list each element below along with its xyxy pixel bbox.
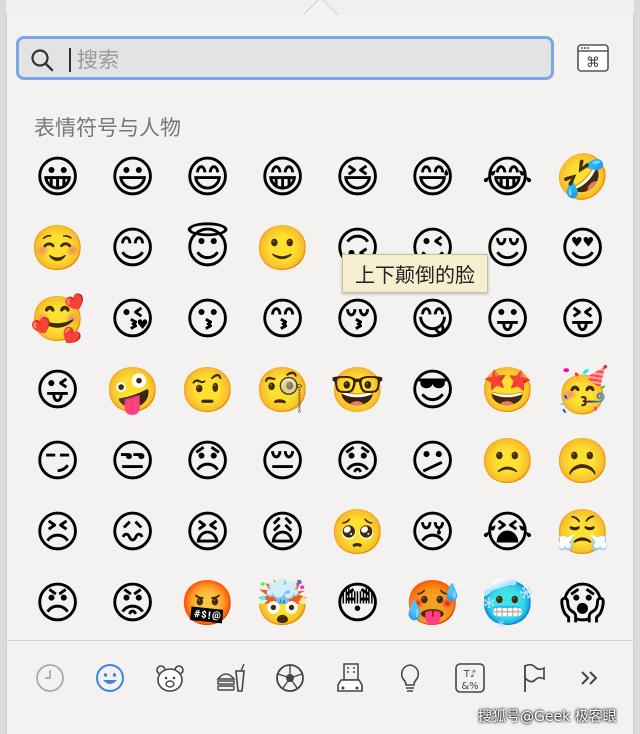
clock-icon xyxy=(36,664,64,692)
tab-travel[interactable] xyxy=(330,656,370,700)
emoji-cell[interactable]: 😖 xyxy=(95,497,170,568)
emoji-cell[interactable]: 😘 xyxy=(95,284,170,355)
emoji-cell[interactable]: 😙 xyxy=(245,284,320,355)
bear-icon xyxy=(156,665,184,692)
tab-activity[interactable] xyxy=(270,656,310,700)
text-caret xyxy=(69,48,71,72)
character-viewer-icon[interactable]: ⌘ xyxy=(576,42,610,74)
soccer-ball-icon xyxy=(276,664,304,692)
emoji-cell[interactable]: 😡 xyxy=(95,568,170,639)
emoji-cell[interactable]: 😝 xyxy=(545,284,620,355)
smiley-icon xyxy=(96,664,124,692)
car-building-icon xyxy=(337,663,363,692)
emoji-cell[interactable]: 🤣 xyxy=(545,142,620,213)
flag-icon xyxy=(524,663,545,692)
tab-food[interactable] xyxy=(210,656,250,700)
category-tabs: T♪ &% xyxy=(24,656,624,702)
emoji-cell[interactable]: 😱 xyxy=(545,568,620,639)
tab-smileys[interactable] xyxy=(90,656,130,700)
emoji-cell[interactable]: 😀 xyxy=(20,142,95,213)
emoji-cell[interactable]: 😩 xyxy=(245,497,320,568)
emoji-cell[interactable]: 🤪 xyxy=(95,355,170,426)
emoji-cell[interactable]: 😆 xyxy=(320,142,395,213)
emoji-cell[interactable]: 😜 xyxy=(20,355,95,426)
emoji-cell[interactable]: 🤩 xyxy=(470,355,545,426)
emoji-cell[interactable]: 😊 xyxy=(95,213,170,284)
emoji-cell[interactable]: 😛 xyxy=(470,284,545,355)
emoji-cell[interactable]: 😎 xyxy=(395,355,470,426)
emoji-cell[interactable]: 😁 xyxy=(245,142,320,213)
tab-animals[interactable] xyxy=(150,656,190,700)
emoji-cell[interactable]: 🧐 xyxy=(245,355,320,426)
emoji-cell[interactable]: 🥰 xyxy=(20,284,95,355)
tab-symbols[interactable]: T♪ &% xyxy=(450,656,490,700)
emoji-grid: 😀 😃 😄 😁 😆 😅 😂 🤣 ☺️ 😊 😇 🙂 🙃 😉 😌 😍 🥰 😘 😗 😙 😚 😋 😛 😝 😜 🤪 🤨 🧐 🤓 😎 🤩 🥳 😏 😒 😞 😔 😟 😕 🙁… xyxy=(20,142,628,632)
emoji-cell[interactable]: 😭 xyxy=(470,497,545,568)
emoji-cell[interactable]: 😢 xyxy=(395,497,470,568)
lightbulb-icon xyxy=(400,664,420,692)
emoji-cell[interactable]: 😫 xyxy=(170,497,245,568)
emoji-cell[interactable]: 😤 xyxy=(545,497,620,568)
emoji-cell[interactable]: 😟 xyxy=(320,426,395,497)
emoji-cell[interactable]: 🙂 xyxy=(245,213,320,284)
emoji-cell[interactable]: 😇 xyxy=(170,213,245,284)
emoji-cell[interactable]: 😚 xyxy=(320,284,395,355)
emoji-cell[interactable]: 😃 xyxy=(95,142,170,213)
emoji-cell[interactable]: 😒 xyxy=(95,426,170,497)
search-icon xyxy=(31,49,54,72)
emoji-cell[interactable]: 🙁 xyxy=(470,426,545,497)
symbols-icon: T♪ &% xyxy=(455,663,485,693)
search-input[interactable] xyxy=(75,43,539,77)
emoji-cell[interactable]: 😅 xyxy=(395,142,470,213)
emoji-cell[interactable]: 🤬 xyxy=(170,568,245,639)
emoji-cell[interactable]: 😋 xyxy=(395,284,470,355)
emoji-cell[interactable]: 😳 xyxy=(320,568,395,639)
tab-flags[interactable] xyxy=(514,656,554,700)
category-title: 表情符号与人物 xyxy=(34,116,181,140)
watermark: 搜狐号@Geek 极客眼 xyxy=(478,709,617,725)
more-chevron-icon xyxy=(581,671,598,685)
emoji-cell[interactable]: 😕 xyxy=(395,426,470,497)
svg-text:&%: &% xyxy=(461,681,478,692)
emoji-cell[interactable]: 😗 xyxy=(170,284,245,355)
tab-more[interactable] xyxy=(570,656,610,700)
emoji-cell[interactable]: ☺️ xyxy=(20,213,95,284)
search-field[interactable] xyxy=(16,36,554,80)
emoji-cell[interactable]: ☹️ xyxy=(545,426,620,497)
emoji-cell[interactable]: 😣 xyxy=(20,497,95,568)
emoji-cell[interactable]: 😏 xyxy=(20,426,95,497)
emoji-cell[interactable]: 🤨 xyxy=(170,355,245,426)
tab-objects[interactable] xyxy=(390,656,430,700)
emoji-cell[interactable]: 😍 xyxy=(545,213,620,284)
tab-recent[interactable] xyxy=(30,656,70,700)
food-icon xyxy=(216,663,245,692)
emoji-cell[interactable]: 🥺 xyxy=(320,497,395,568)
emoji-cell[interactable]: 😠 xyxy=(20,568,95,639)
tab-divider xyxy=(6,640,634,641)
emoji-cell[interactable]: 🥵 xyxy=(395,568,470,639)
emoji-cell[interactable]: 😄 xyxy=(170,142,245,213)
emoji-cell[interactable]: 🤯 xyxy=(245,568,320,639)
emoji-tooltip: 上下颠倒的脸 xyxy=(342,254,488,293)
emoji-cell[interactable]: 😞 xyxy=(170,426,245,497)
emoji-cell[interactable]: 😔 xyxy=(245,426,320,497)
svg-text:⌘: ⌘ xyxy=(586,55,600,71)
emoji-cell[interactable]: 🤓 xyxy=(320,355,395,426)
emoji-cell[interactable]: 🥶 xyxy=(470,568,545,639)
emoji-cell[interactable]: 😂 xyxy=(470,142,545,213)
svg-text:T♪: T♪ xyxy=(463,669,477,680)
popover-notch xyxy=(300,0,340,16)
emoji-cell[interactable]: 🥳 xyxy=(545,355,620,426)
